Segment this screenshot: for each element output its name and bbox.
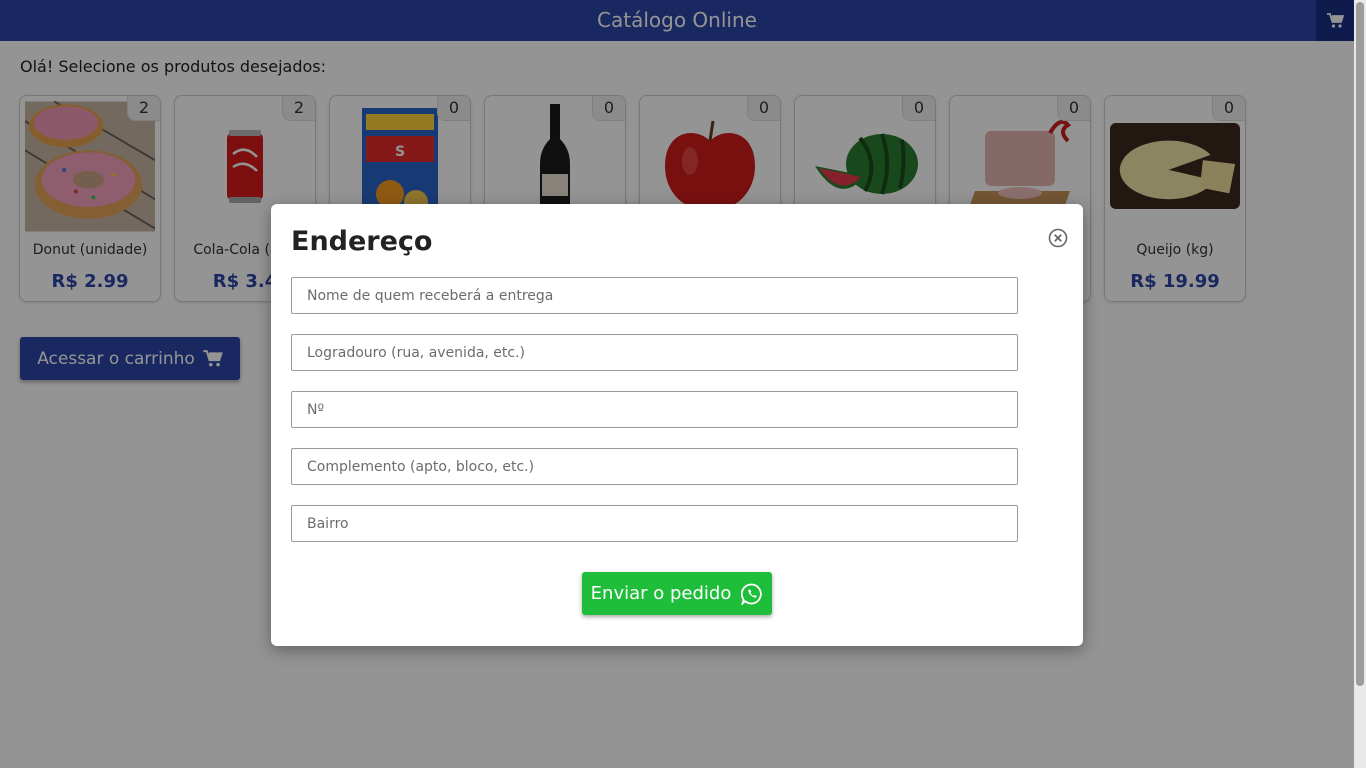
close-icon — [1048, 228, 1068, 248]
send-order-label: Enviar o pedido — [590, 583, 732, 604]
district-input[interactable] — [291, 505, 1018, 542]
number-input[interactable] — [291, 391, 1018, 428]
close-button[interactable] — [1048, 228, 1068, 248]
modal-title: Endereço — [291, 226, 433, 257]
scrollbar-thumb[interactable] — [1356, 2, 1364, 686]
whatsapp-icon — [741, 583, 763, 605]
street-input[interactable] — [291, 334, 1018, 371]
recipient-name-input[interactable] — [291, 277, 1018, 314]
send-order-button[interactable]: Enviar o pedido — [582, 572, 772, 615]
page-scrollbar[interactable] — [1354, 0, 1366, 768]
address-modal: Endereço Enviar o pedido — [271, 204, 1083, 646]
complement-input[interactable] — [291, 448, 1018, 485]
